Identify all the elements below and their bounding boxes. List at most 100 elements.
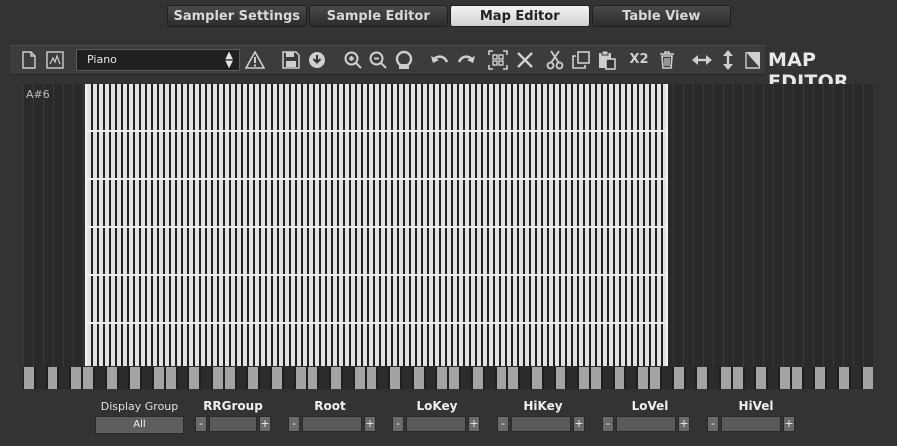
- delete-icon[interactable]: [655, 48, 679, 72]
- warning-icon[interactable]: [243, 48, 267, 72]
- piano-key-white[interactable]: [437, 367, 448, 389]
- piano-key-white[interactable]: [213, 367, 223, 389]
- piano-key-black[interactable]: [543, 367, 554, 389]
- piano-key-white[interactable]: [224, 367, 235, 389]
- edit-script-icon[interactable]: [43, 48, 67, 72]
- paste-icon[interactable]: [595, 48, 619, 72]
- new-file-icon[interactable]: [17, 48, 41, 72]
- piano-key-black[interactable]: [850, 367, 861, 389]
- piano-key-black[interactable]: [319, 367, 330, 389]
- piano-key-white[interactable]: [591, 367, 601, 389]
- piano-key-black[interactable]: [803, 367, 814, 389]
- piano-keyboard[interactable]: [23, 367, 873, 389]
- piano-key-white[interactable]: [390, 367, 400, 389]
- sample-zone-block[interactable]: [85, 84, 668, 366]
- save-icon[interactable]: [279, 48, 303, 72]
- piano-key-white[interactable]: [366, 367, 377, 389]
- download-icon[interactable]: [305, 48, 329, 72]
- piano-key-black[interactable]: [260, 367, 271, 389]
- redo-icon[interactable]: [454, 48, 478, 72]
- piano-key-white[interactable]: [791, 367, 802, 389]
- piano-key-black[interactable]: [283, 367, 294, 389]
- piano-key-black[interactable]: [768, 367, 778, 389]
- piano-key-white[interactable]: [472, 367, 483, 389]
- piano-key-black[interactable]: [378, 367, 389, 389]
- piano-key-white[interactable]: [153, 367, 164, 389]
- rrgroup-minus-button[interactable]: -: [195, 416, 207, 432]
- hikey-minus-button[interactable]: -: [497, 416, 509, 432]
- tab-table-view[interactable]: Table View: [591, 5, 731, 27]
- piano-key-black[interactable]: [744, 367, 755, 389]
- hivel-stepper[interactable]: - +: [707, 415, 795, 433]
- piano-key-white[interactable]: [839, 367, 849, 389]
- piano-key-white[interactable]: [248, 367, 259, 389]
- hikey-stepper[interactable]: - +: [497, 415, 585, 433]
- lovel-stepper[interactable]: - +: [602, 415, 690, 433]
- lokey-minus-button[interactable]: -: [392, 416, 404, 432]
- hivel-plus-button[interactable]: +: [783, 416, 795, 432]
- piano-key-black[interactable]: [94, 367, 105, 389]
- root-field[interactable]: [302, 416, 362, 432]
- piano-key-black[interactable]: [709, 367, 719, 389]
- piano-key-white[interactable]: [638, 367, 649, 389]
- tab-sample-editor[interactable]: Sample Editor: [308, 5, 448, 27]
- piano-key-white[interactable]: [756, 367, 767, 389]
- piano-key-white[interactable]: [732, 367, 743, 389]
- zoom-out-icon[interactable]: [366, 48, 390, 72]
- piano-key-white[interactable]: [780, 367, 790, 389]
- piano-key-white[interactable]: [862, 367, 873, 389]
- piano-key-white[interactable]: [555, 367, 566, 389]
- piano-key-white[interactable]: [508, 367, 519, 389]
- piano-key-black[interactable]: [201, 367, 211, 389]
- piano-key-black[interactable]: [567, 367, 578, 389]
- zoom-reset-icon[interactable]: [392, 48, 416, 72]
- lovel-minus-button[interactable]: -: [602, 416, 614, 432]
- piano-key-white[interactable]: [71, 367, 82, 389]
- piano-key-white[interactable]: [295, 367, 306, 389]
- display-group-select[interactable]: All: [95, 416, 184, 434]
- key-map-grid[interactable]: A#6: [23, 84, 873, 367]
- tab-sampler-settings[interactable]: Sampler Settings: [167, 5, 307, 27]
- rrgroup-stepper[interactable]: - +: [195, 415, 271, 433]
- piano-key-white[interactable]: [189, 367, 200, 389]
- preset-select[interactable]: Piano ▲ ▼: [76, 49, 240, 71]
- piano-key-white[interactable]: [531, 367, 542, 389]
- expand-vertical-icon[interactable]: [716, 48, 740, 72]
- piano-key-white[interactable]: [673, 367, 684, 389]
- piano-key-white[interactable]: [614, 367, 625, 389]
- piano-key-white[interactable]: [413, 367, 424, 389]
- lokey-plus-button[interactable]: +: [468, 416, 480, 432]
- hikey-field[interactable]: [511, 416, 571, 432]
- piano-key-black[interactable]: [59, 367, 70, 389]
- close-icon[interactable]: [513, 48, 537, 72]
- lovel-field[interactable]: [616, 416, 676, 432]
- zoom-in-icon[interactable]: [341, 48, 365, 72]
- piano-key-white[interactable]: [720, 367, 731, 389]
- piano-key-white[interactable]: [47, 367, 58, 389]
- piano-key-black[interactable]: [177, 367, 188, 389]
- piano-key-black[interactable]: [236, 367, 247, 389]
- hivel-field[interactable]: [721, 416, 781, 432]
- undo-icon[interactable]: [428, 48, 452, 72]
- piano-key-white[interactable]: [165, 367, 176, 389]
- piano-key-white[interactable]: [272, 367, 282, 389]
- piano-key-white[interactable]: [24, 367, 34, 389]
- select-all-icon[interactable]: [486, 48, 510, 72]
- piano-key-white[interactable]: [449, 367, 460, 389]
- piano-key-black[interactable]: [520, 367, 530, 389]
- piano-key-black[interactable]: [118, 367, 129, 389]
- piano-key-black[interactable]: [827, 367, 838, 389]
- piano-key-black[interactable]: [484, 367, 495, 389]
- lokey-stepper[interactable]: - +: [392, 415, 480, 433]
- piano-key-white[interactable]: [83, 367, 93, 389]
- hivel-minus-button[interactable]: -: [707, 416, 719, 432]
- piano-key-black[interactable]: [661, 367, 672, 389]
- piano-key-white[interactable]: [579, 367, 589, 389]
- root-plus-button[interactable]: +: [364, 416, 376, 432]
- piano-key-white[interactable]: [496, 367, 507, 389]
- piano-key-white[interactable]: [650, 367, 660, 389]
- rrgroup-plus-button[interactable]: +: [259, 416, 271, 432]
- piano-key-white[interactable]: [331, 367, 341, 389]
- piano-key-black[interactable]: [461, 367, 471, 389]
- piano-key-black[interactable]: [142, 367, 152, 389]
